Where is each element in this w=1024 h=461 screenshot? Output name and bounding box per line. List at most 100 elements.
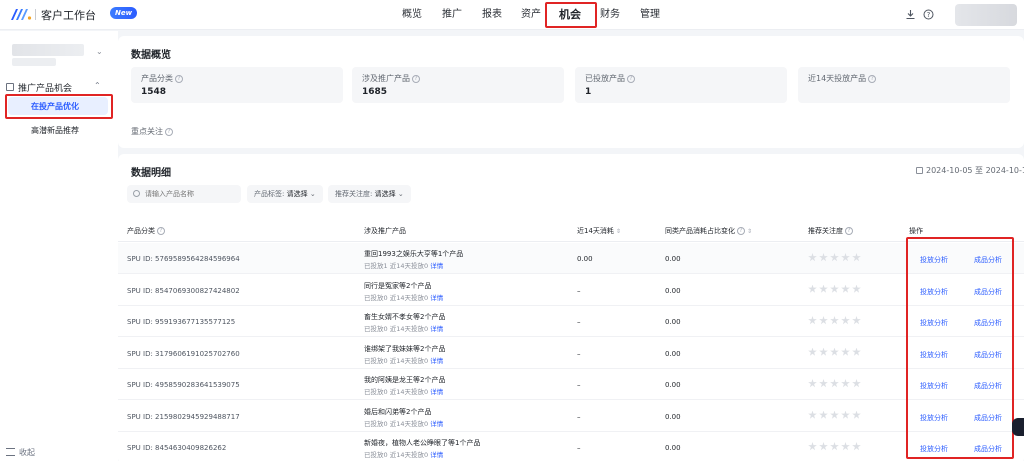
star-icon: [808, 379, 817, 388]
cell-spend14: –: [577, 286, 581, 295]
account-id: [12, 58, 56, 66]
star-icon: [830, 442, 839, 451]
column-spend14: 近14天消耗: [577, 227, 614, 235]
account-name[interactable]: [12, 44, 84, 56]
help-icon[interactable]: ?: [845, 227, 853, 235]
filter-label: 产品标签:: [254, 190, 285, 198]
detail-link[interactable]: 详情: [430, 294, 443, 302]
table-header: 产品分类? 涉及推广产品 近14天消耗 ⇕ 同类产品消耗占比变化? ⇕ 推荐关注度?…: [118, 218, 1024, 242]
star-icon: [808, 442, 817, 451]
help-icon[interactable]: ?: [412, 74, 420, 83]
detail-link[interactable]: 详情: [430, 357, 443, 365]
rating-stars: [808, 284, 863, 296]
svg-text:?: ?: [927, 11, 931, 19]
product-search[interactable]: [127, 185, 241, 203]
cell-product-title: 同行是冤家等2个产品: [364, 281, 432, 290]
search-icon: [133, 190, 140, 197]
cell-product-sub: 已投放0 近14天投放0: [364, 325, 429, 333]
cell-ratio: 0.00: [665, 318, 681, 326]
nav-overview[interactable]: 概览: [402, 0, 422, 30]
star-icon: [830, 347, 839, 356]
column-products: 涉及推广产品: [364, 227, 406, 235]
new-badge: New: [110, 7, 138, 19]
sidebar-item-new-recommend[interactable]: 高潜新品推荐: [31, 125, 79, 136]
cell-spu: SPU ID: 2159802945929488717: [127, 412, 240, 421]
cell-spend14: –: [577, 381, 581, 389]
star-icon: [808, 410, 817, 419]
cell-ratio: 0.00: [665, 349, 681, 358]
filter-value: 请选择: [286, 190, 308, 198]
download-icon[interactable]: [905, 9, 916, 20]
help-icon[interactable]: ?: [157, 227, 165, 235]
stat-label: 产品分类: [141, 74, 173, 83]
chevron-up-icon[interactable]: ⌃: [94, 81, 101, 90]
cell-ratio: 0.00: [665, 412, 681, 421]
ops-highlight-box: [906, 237, 1014, 459]
nav-assets[interactable]: 资产: [521, 0, 541, 30]
help-icon[interactable]: ?: [737, 227, 745, 235]
nav-highlight-box: [545, 2, 597, 28]
chevron-down-icon[interactable]: ⌄: [96, 47, 103, 56]
assistant-float-icon[interactable]: [1012, 418, 1024, 436]
account-avatar[interactable]: [955, 4, 1017, 26]
cell-spend14: –: [577, 318, 581, 326]
sidebar-group-product-opportunity[interactable]: 推广产品机会: [18, 81, 72, 94]
detail-title: 数据明细: [131, 168, 171, 179]
rating-stars: [808, 316, 863, 327]
sort-icon[interactable]: ⇕: [616, 228, 621, 235]
nav-reports[interactable]: 报表: [482, 0, 502, 30]
cell-spend14: –: [577, 349, 581, 358]
column-rating: 推荐关注度: [808, 227, 843, 235]
detail-link[interactable]: 详情: [430, 420, 443, 428]
star-icon: [830, 253, 839, 262]
star-icon: [852, 253, 861, 262]
cell-ratio: 0.00: [665, 255, 681, 263]
help-icon[interactable]: ?: [923, 9, 934, 20]
rating-stars: [808, 379, 863, 390]
opportunity-icon: [6, 83, 14, 91]
collapse-icon[interactable]: [6, 448, 15, 456]
collapse-button[interactable]: 收起: [19, 447, 35, 458]
cell-ratio: 0.00: [665, 381, 681, 389]
star-icon: [819, 442, 828, 451]
date-range-picker[interactable]: 2024-10-05 至 2024-10-18: [916, 165, 1024, 176]
search-input[interactable]: [145, 188, 235, 200]
cell-spu: SPU ID: 4958590283641539075: [127, 381, 240, 389]
cell-spend14: –: [577, 444, 581, 452]
sort-icon[interactable]: ⇕: [747, 228, 752, 235]
sidebar-highlight-box: [5, 94, 113, 119]
help-icon[interactable]: ?: [868, 74, 877, 83]
app-title: 客户工作台: [41, 9, 96, 22]
star-icon: [830, 379, 839, 388]
stat-label: 涉及推广产品: [362, 74, 410, 83]
nav-promotion[interactable]: 推广: [442, 0, 462, 30]
star-icon: [808, 316, 817, 325]
star-icon: [819, 253, 828, 262]
help-icon[interactable]: ?: [175, 74, 183, 83]
filter-recommend-level[interactable]: 推荐关注度: 请选择 ⌄: [328, 185, 411, 203]
cell-product-title: 谁绑架了我妹妹等2个产品: [364, 344, 446, 353]
cell-product-sub: 已投放0 近14天投放0: [364, 451, 429, 459]
help-icon[interactable]: ?: [627, 74, 635, 83]
star-icon: [830, 316, 839, 325]
star-icon: [841, 379, 850, 388]
star-icon: [852, 379, 861, 388]
column-ratio: 同类产品消耗占比变化: [665, 227, 735, 235]
detail-link[interactable]: 详情: [430, 325, 443, 333]
cell-spu: SPU ID: 5769589564284596964: [127, 255, 240, 263]
cell-product-sub: 已投放0 近14天投放0: [364, 419, 429, 428]
date-range-text: 2024-10-05 至 2024-10-18: [926, 166, 1024, 175]
nav-management[interactable]: 管理: [640, 0, 660, 30]
detail-link[interactable]: 详情: [430, 262, 443, 270]
brand-logo-icon[interactable]: [10, 7, 32, 21]
star-icon: [841, 316, 850, 325]
detail-link[interactable]: 详情: [430, 451, 443, 459]
cell-product-title: 婚后和闪弟等2个产品: [364, 407, 432, 416]
cell-product-title: 我的阿姨是龙王等2个产品: [364, 376, 446, 384]
nav-finance[interactable]: 财务: [600, 0, 620, 30]
help-icon[interactable]: ?: [165, 127, 173, 136]
table-row: SPU ID: 3179606191025702760 谁绑架了我妹妹等2个产品已…: [118, 338, 1024, 369]
filter-product-tag[interactable]: 产品标签: 请选择 ⌄: [247, 185, 323, 203]
detail-link[interactable]: 详情: [430, 388, 443, 396]
cell-product-sub: 已投放0 近14天投放0: [364, 388, 429, 396]
